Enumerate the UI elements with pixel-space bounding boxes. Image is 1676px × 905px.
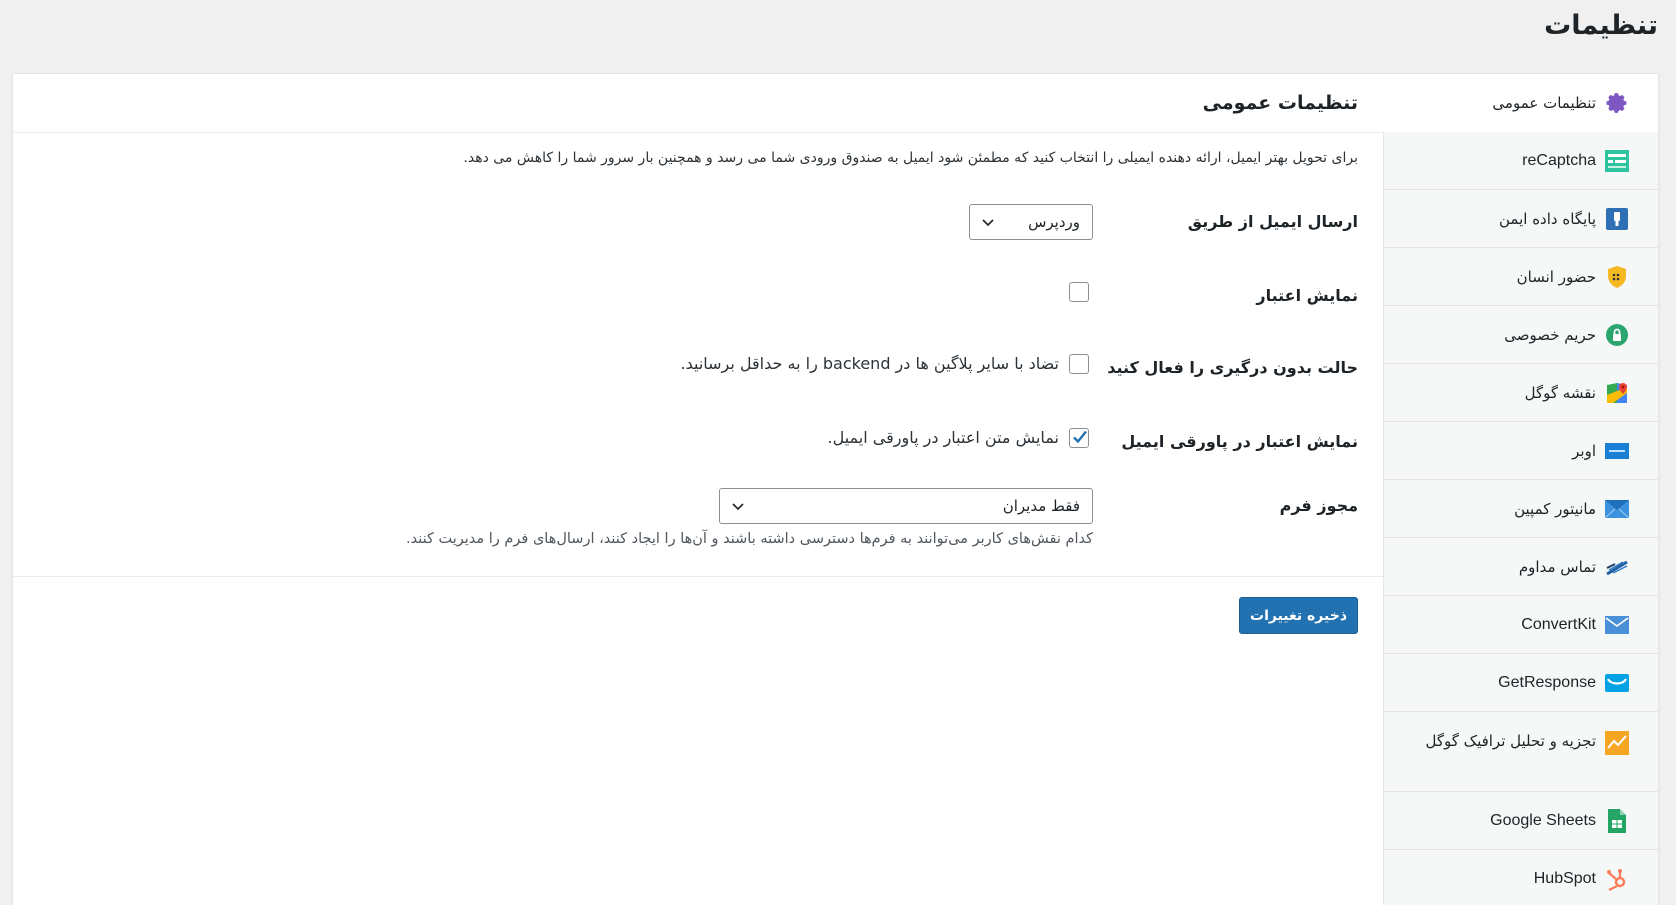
campaign-monitor-icon bbox=[1604, 496, 1630, 522]
checkmark-icon bbox=[1071, 428, 1089, 450]
credit-footer-text: نمایش متن اعتبار در پاورقی ایمیل. bbox=[827, 428, 1059, 447]
sidebar-item-label: GetResponse bbox=[1498, 673, 1596, 691]
conflict-mode-checkbox[interactable] bbox=[1069, 354, 1089, 374]
send-email-via-select[interactable]: وردپرس bbox=[969, 204, 1093, 240]
aweber-icon bbox=[1604, 438, 1630, 464]
sidebar-item-google-sheets[interactable]: Google Sheets bbox=[1384, 792, 1658, 850]
google-maps-icon bbox=[1604, 380, 1630, 406]
gear-icon bbox=[1604, 90, 1630, 116]
send-email-via-value: وردپرس bbox=[1028, 213, 1080, 231]
sidebar-item-label: نقشه گوگل bbox=[1524, 383, 1596, 402]
form-permission-help: کدام نقش‌های کاربر می‌توانند به فرم‌ها د… bbox=[406, 531, 1093, 547]
sidebar-item-label: تنظیمات عمومی bbox=[1492, 93, 1596, 112]
recaptcha-icon bbox=[1604, 148, 1630, 174]
settings-sidebar: تنظیمات عمومی reCaptcha پایگاه داده ایمن… bbox=[1382, 74, 1658, 905]
sidebar-item-label: تجزیه و تحلیل ترافیک گوگل bbox=[1425, 732, 1596, 750]
show-credit-checkbox[interactable] bbox=[1069, 282, 1089, 302]
form-permission-label: مجوز فرم bbox=[1279, 496, 1358, 515]
sidebar-item-campaign-monitor[interactable]: مانیتور کمپین bbox=[1384, 480, 1658, 538]
sidebar-item-general[interactable]: تنظیمات عمومی bbox=[1382, 74, 1658, 132]
section-title: تنظیمات عمومی bbox=[1202, 92, 1358, 114]
sidebar-item-convertkit[interactable]: ConvertKit bbox=[1384, 596, 1658, 654]
section-header: تنظیمات عمومی bbox=[13, 74, 1383, 133]
show-credit-row: نمایش اعتبار bbox=[13, 278, 1358, 318]
form-permission-value: فقط مدیران bbox=[1002, 497, 1080, 515]
sidebar-item-secure-database[interactable]: پایگاه داده ایمن bbox=[1384, 190, 1658, 248]
sidebar-item-human-presence[interactable]: حضور انسان bbox=[1384, 248, 1658, 306]
hubspot-icon bbox=[1604, 866, 1630, 892]
section-divider bbox=[13, 576, 1383, 577]
conflict-mode-row: حالت بدون درگیری را فعال کنید تضاد با سا… bbox=[13, 350, 1358, 390]
save-button[interactable]: ذخیره تغییرات bbox=[1239, 597, 1358, 634]
chevron-down-icon bbox=[730, 498, 746, 518]
sidebar-item-label: حضور انسان bbox=[1516, 267, 1596, 286]
general-settings-section: تنظیمات عمومی برای تحویل بهتر ایمیل، ارا… bbox=[13, 74, 1383, 905]
form-permission-row: مجوز فرم فقط مدیران کدام نقش‌های کاربر م… bbox=[13, 478, 1358, 558]
sidebar-item-getresponse[interactable]: GetResponse bbox=[1384, 654, 1658, 712]
sidebar-item-recaptcha[interactable]: reCaptcha bbox=[1384, 132, 1658, 190]
chevron-down-icon bbox=[980, 214, 996, 234]
sidebar-item-label: ConvertKit bbox=[1521, 615, 1596, 633]
convertkit-icon bbox=[1604, 612, 1630, 638]
constant-contact-icon bbox=[1604, 554, 1630, 580]
page-title: تنظیمات bbox=[1544, 10, 1658, 41]
sidebar-item-label: اوبر bbox=[1572, 441, 1596, 460]
sidebar-item-google-analytics[interactable]: تجزیه و تحلیل ترافیک گوگل bbox=[1384, 712, 1658, 792]
credit-footer-label: نمایش اعتبار در پاورقی ایمیل bbox=[1121, 432, 1358, 451]
show-credit-label: نمایش اعتبار bbox=[1256, 286, 1358, 305]
form-permission-select[interactable]: فقط مدیران bbox=[719, 488, 1093, 524]
conflict-mode-text: تضاد با سایر پلاگین ها در backend را به … bbox=[680, 354, 1060, 373]
sidebar-item-label: تماس مداوم bbox=[1518, 557, 1596, 576]
credit-footer-row: نمایش اعتبار در پاورقی ایمیل نمایش متن ا… bbox=[13, 424, 1358, 464]
settings-panel: تنظیمات عمومی reCaptcha پایگاه داده ایمن… bbox=[12, 73, 1659, 905]
analytics-icon bbox=[1604, 730, 1630, 756]
database-lock-icon bbox=[1604, 206, 1630, 232]
intro-text: برای تحویل بهتر ایمیل، ارائه دهنده ایمیل… bbox=[463, 150, 1358, 166]
send-email-via-label: ارسال ایمیل از طریق bbox=[1187, 212, 1358, 231]
sidebar-item-aweber[interactable]: اوبر bbox=[1384, 422, 1658, 480]
send-email-via-row: ارسال ایمیل از طریق وردپرس bbox=[13, 204, 1358, 244]
sidebar-item-label: HubSpot bbox=[1533, 869, 1596, 887]
sidebar-item-hubspot[interactable]: HubSpot bbox=[1384, 850, 1658, 905]
sidebar-item-label: پایگاه داده ایمن bbox=[1499, 209, 1596, 228]
sidebar-item-privacy[interactable]: حریم خصوصی bbox=[1384, 306, 1658, 364]
sidebar-item-label: Google Sheets bbox=[1490, 811, 1596, 829]
getresponse-icon bbox=[1604, 670, 1630, 696]
privacy-lock-icon bbox=[1604, 322, 1630, 348]
shield-icon bbox=[1604, 264, 1630, 290]
conflict-mode-label: حالت بدون درگیری را فعال کنید bbox=[1107, 358, 1358, 377]
sidebar-item-label: reCaptcha bbox=[1522, 151, 1596, 169]
sidebar-item-constant-contact[interactable]: تماس مداوم bbox=[1384, 538, 1658, 596]
credit-footer-checkbox[interactable] bbox=[1069, 428, 1089, 448]
sidebar-item-google-maps[interactable]: نقشه گوگل bbox=[1384, 364, 1658, 422]
google-sheets-icon bbox=[1604, 808, 1630, 834]
sidebar-item-label: مانیتور کمپین bbox=[1514, 499, 1596, 518]
sidebar-item-label: حریم خصوصی bbox=[1504, 325, 1596, 344]
